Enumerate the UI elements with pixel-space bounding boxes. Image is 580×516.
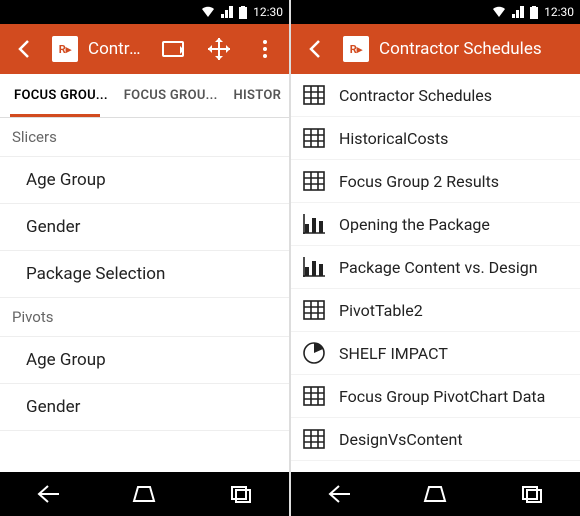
nav-bar (0, 472, 289, 516)
nav-home[interactable] (405, 478, 465, 510)
barchart-icon (303, 213, 325, 235)
nav-back[interactable] (309, 478, 369, 510)
barchart-icon (303, 256, 325, 278)
list-item[interactable]: Gender (0, 384, 289, 431)
status-bar: 12:30 (0, 0, 289, 24)
cast-button[interactable] (155, 31, 191, 67)
list-item[interactable]: Age Group (0, 157, 289, 204)
table-icon (303, 170, 325, 192)
table-icon (303, 299, 325, 321)
list-item[interactable]: SHELF IMPACT (291, 332, 580, 375)
list-item-label: PivotTable2 (339, 301, 423, 320)
tab-1[interactable]: FOCUS GROU... (110, 74, 220, 117)
more-icon (263, 40, 267, 58)
content-right[interactable]: Contractor Schedules HistoricalCosts Focus… (291, 74, 580, 472)
list-item[interactable]: Contractor Schedules (291, 74, 580, 117)
list-item[interactable]: Gender (0, 204, 289, 251)
table-icon (303, 428, 325, 450)
move-icon (208, 38, 230, 60)
phone-left: 12:30 R▸ Contractor Sch... FOCUS GROU...… (0, 0, 289, 516)
nav-bar (291, 472, 580, 516)
section-header: Pivots (0, 298, 289, 337)
list-item-label: Package Content vs. Design (339, 258, 538, 277)
phone-right: 12:30 R▸ Contractor Schedules Contractor… (291, 0, 580, 516)
list-item[interactable]: PivotTable2 (291, 289, 580, 332)
status-bar: 12:30 (291, 0, 580, 24)
list-item-label: Focus Group PivotChart Data (339, 387, 545, 406)
app-icon: R▸ (343, 36, 369, 62)
list-item[interactable]: Package Selection (0, 251, 289, 298)
section-header: Slicers (0, 118, 289, 157)
nav-back[interactable] (18, 478, 78, 510)
app-bar: R▸ Contractor Sch... (0, 24, 289, 74)
clock-text: 12:30 (544, 5, 574, 19)
list-item[interactable]: Focus Group 2 Results (291, 160, 580, 203)
app-icon: R▸ (52, 36, 78, 62)
list-item[interactable]: Age Group (0, 337, 289, 384)
list-item-label: DesignVsContent (339, 430, 463, 449)
nav-recent[interactable] (211, 478, 271, 510)
clock-text: 12:30 (253, 5, 283, 19)
list-item[interactable]: Opening the Package (291, 203, 580, 246)
cast-icon (162, 41, 184, 57)
list-item[interactable]: Focus Group PivotChart Data (291, 375, 580, 418)
table-icon (303, 84, 325, 106)
move-button[interactable] (201, 31, 237, 67)
content-left[interactable]: SlicersAge GroupGenderPackage SelectionP… (0, 118, 289, 472)
back-button[interactable] (6, 31, 42, 67)
app-title: Contractor Sch... (88, 39, 145, 59)
list-item[interactable]: Package Content vs. Design (291, 246, 580, 289)
table-icon (303, 385, 325, 407)
tabs: FOCUS GROU...FOCUS GROU...HISTOR (0, 74, 289, 118)
list-item-label: Focus Group 2 Results (339, 172, 499, 191)
wifi-icon (492, 6, 506, 18)
more-button[interactable] (247, 31, 283, 67)
pie-icon (303, 342, 325, 364)
tab-0[interactable]: FOCUS GROU... (0, 74, 110, 117)
battery-icon (239, 6, 247, 19)
list-item-label: HistoricalCosts (339, 129, 448, 148)
signal-icon (512, 6, 524, 18)
app-bar: R▸ Contractor Schedules (291, 24, 580, 74)
signal-icon (221, 6, 233, 18)
nav-recent[interactable] (502, 478, 562, 510)
table-icon (303, 127, 325, 149)
list-item-label: Opening the Package (339, 215, 490, 234)
list-item[interactable]: DesignVsContent (291, 418, 580, 461)
wifi-icon (201, 6, 215, 18)
list-item[interactable]: PackageOpenSummary (291, 461, 580, 472)
battery-icon (530, 6, 538, 19)
list-item-label: SHELF IMPACT (339, 344, 448, 363)
list-item-label: Contractor Schedules (339, 86, 492, 105)
nav-home[interactable] (114, 478, 174, 510)
back-button[interactable] (297, 31, 333, 67)
tab-2[interactable]: HISTOR (219, 74, 289, 117)
list-item[interactable]: HistoricalCosts (291, 117, 580, 160)
app-title: Contractor Schedules (379, 39, 574, 59)
